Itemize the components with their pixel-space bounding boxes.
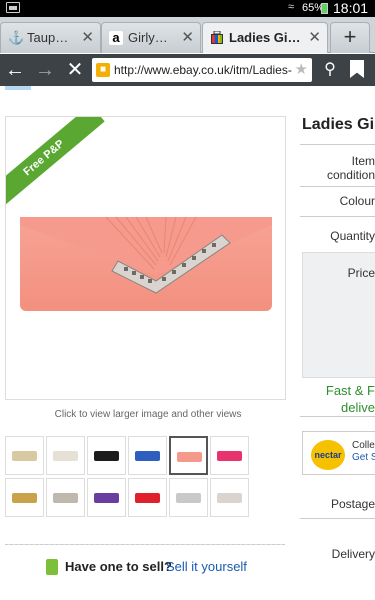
tab-girly[interactable]: a Girly… ✕ (101, 22, 201, 53)
thumbnail-bag (53, 451, 78, 461)
price-tag-icon (46, 559, 58, 575)
delivery-label: Delivery (331, 547, 375, 561)
battery-icon (321, 3, 328, 14)
thumbnail-11[interactable] (210, 478, 249, 517)
main-product-image[interactable]: Free P&P (5, 116, 286, 400)
price-label: Price (347, 266, 375, 280)
thumbnail-9[interactable] (128, 478, 167, 517)
thumbnail-grid (5, 436, 251, 518)
back-arrow-icon[interactable]: ← (3, 58, 27, 82)
thumbnail-bag (135, 451, 160, 461)
thumbnail-8[interactable] (87, 478, 126, 517)
quantity-label: Quantity (330, 229, 375, 243)
thumbnail-7[interactable] (46, 478, 85, 517)
ship-favicon-icon: ⚓ (8, 30, 25, 45)
tab-label: Ladies Gi… (229, 30, 301, 45)
nectar-box: nectar Collec Get St (302, 431, 375, 475)
thumbnail-bag (12, 451, 37, 461)
title-divider (300, 144, 375, 145)
thumbnail-3[interactable] (128, 436, 167, 475)
sell-it-yourself-link[interactable]: Sell it yourself (166, 559, 247, 574)
row-divider (300, 518, 375, 519)
thumbnail-5[interactable] (210, 436, 249, 475)
top-tab-sliver (5, 86, 31, 90)
item-title: Ladies Gir (302, 116, 375, 133)
fast-delivery-text: Fast & F delive (300, 382, 375, 417)
new-tab-button[interactable]: + (330, 22, 370, 53)
close-icon[interactable]: ✕ (181, 23, 194, 52)
tab-label: Taup… (27, 30, 69, 45)
postage-label: Postage (330, 497, 375, 511)
ebay-favicon-icon (210, 30, 224, 45)
tab-label: Girly… (128, 30, 168, 45)
amazon-favicon-icon: a (109, 31, 123, 45)
thumbnail-bag (217, 493, 242, 503)
nectar-collect-text: Collec (352, 440, 375, 451)
thumbnail-bag (12, 493, 37, 503)
thumbnail-6[interactable] (5, 478, 44, 517)
page-content: Free P&P Click to view larger image and … (0, 86, 375, 600)
url-bar: ← → ✕ ■ http://www.ebay.co.uk/itm/Ladies… (0, 54, 375, 86)
search-icon[interactable]: ⚲ (318, 58, 342, 82)
sell-question: Have one to sell? (65, 559, 172, 574)
tab-ladies[interactable]: Ladies Gi… ✕ (202, 22, 328, 53)
section-divider (5, 544, 285, 545)
clutch-bag-image (20, 216, 272, 311)
thumbnail-bag (94, 451, 119, 461)
tab-taupe[interactable]: ⚓ Taup… ✕ (0, 22, 101, 53)
row-divider (300, 186, 375, 187)
stop-loading-icon[interactable]: ✕ (63, 58, 87, 82)
nectar-logo: nectar (311, 440, 345, 470)
thumbnail-bag (94, 493, 119, 503)
screenshot-notification-icon (6, 2, 20, 13)
thumbnail-4[interactable] (169, 436, 208, 475)
item-condition-label-2: condition (326, 168, 375, 182)
url-text: http://www.ebay.co.uk/itm/Ladies- (114, 63, 292, 77)
bookmarks-icon[interactable] (350, 60, 364, 78)
item-condition-label-1: Item (351, 154, 375, 168)
forward-arrow-icon[interactable]: → (33, 58, 57, 82)
thumbnail-1[interactable] (46, 436, 85, 475)
wifi-icon: ≈ (288, 1, 295, 13)
free-postage-badge: Free P&P (6, 117, 105, 212)
thumbnail-bag (217, 451, 242, 461)
row-divider (300, 216, 375, 217)
bookmark-star-icon[interactable]: ★ (295, 58, 308, 82)
status-bar: ≈ 65% 18:01 (0, 0, 375, 17)
thumbnail-2[interactable] (87, 436, 126, 475)
colour-label: Colour (339, 194, 375, 208)
thumbnail-bag (177, 452, 202, 462)
ebay-favicon-icon: ■ (96, 63, 110, 77)
image-caption: Click to view larger image and other vie… (54, 409, 242, 420)
nectar-get-link[interactable]: Get St (352, 452, 375, 463)
fast-delivery-line-2: delive (341, 400, 375, 415)
clock: 18:01 (333, 0, 369, 16)
thumbnail-bag (53, 493, 78, 503)
address-input[interactable]: ■ http://www.ebay.co.uk/itm/Ladies- ★ (92, 58, 312, 82)
thumbnail-bag (135, 493, 160, 503)
thumbnail-0[interactable] (5, 436, 44, 475)
thumbnail-10[interactable] (169, 478, 208, 517)
price-box: Price (302, 252, 375, 378)
thumbnail-bag (176, 493, 201, 503)
close-icon[interactable]: ✕ (81, 23, 94, 52)
tab-strip: ⚓ Taup… ✕ a Girly… ✕ Ladies Gi… ✕ + (0, 17, 375, 53)
close-icon[interactable]: ✕ (308, 23, 321, 52)
fast-delivery-line-1: Fast & F (325, 383, 375, 398)
